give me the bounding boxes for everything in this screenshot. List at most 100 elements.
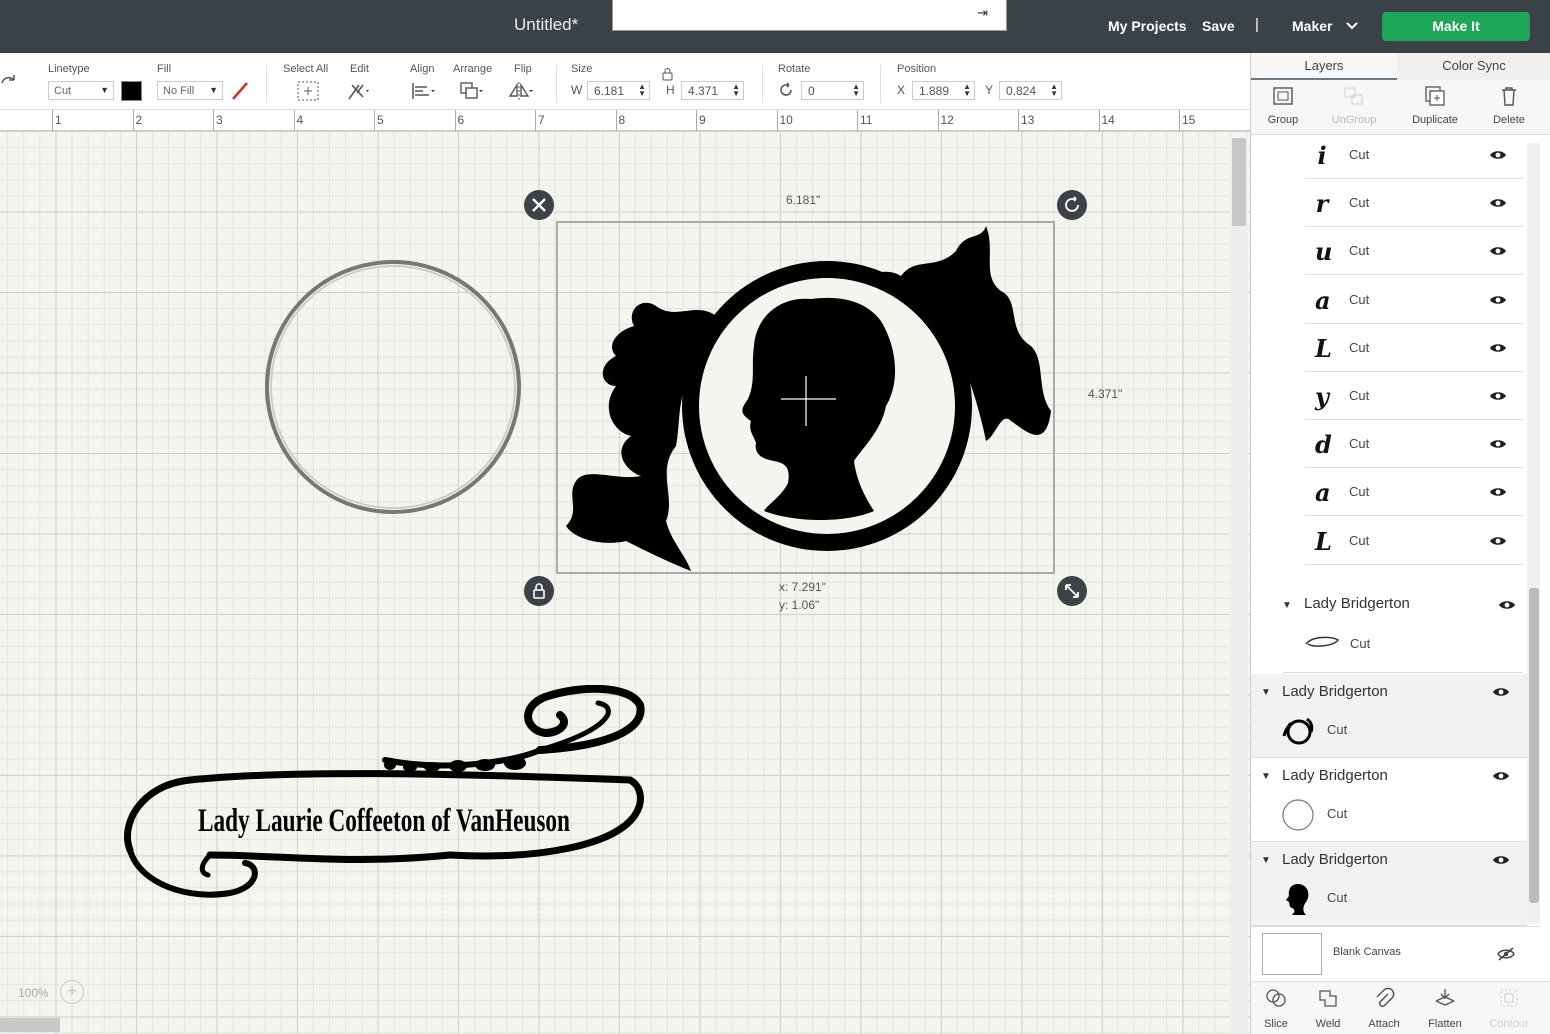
flip-icon[interactable] [507,79,533,103]
arrange-icon[interactable] [458,79,484,103]
rotate-input[interactable]: 0 ▲ ▼ [801,81,864,100]
delete-button[interactable]: Delete [1474,84,1544,126]
lock-handle[interactable] [524,576,554,606]
eye-icon[interactable] [1492,854,1510,866]
stepper-icon[interactable]: ▲ ▼ [852,83,860,98]
align-icon[interactable] [410,79,436,103]
stepper-icon[interactable]: ▲ ▼ [1050,83,1058,98]
redo-icon[interactable] [0,71,18,89]
stepper-icon[interactable]: ▲ ▼ [732,83,740,98]
letter-layer-row[interactable]: i Cut [1305,136,1523,179]
machine-selector[interactable]: Maker [1292,18,1332,34]
save-button[interactable]: Save [1202,18,1235,34]
letter-thumbnail: y [1315,382,1329,411]
layer-actions: Group UnGroup Duplicate Delete [1251,80,1550,135]
banner-design[interactable]: Lady Laurie Coffeeton of VanHeuson [120,685,655,907]
letter-layer-row[interactable]: u Cut [1305,227,1523,276]
caret-down-icon[interactable]: ▼ [1261,771,1271,782]
tab-color-sync[interactable]: Color Sync [1397,53,1550,80]
no-fill-icon[interactable] [230,81,250,101]
ruler-tick [615,110,617,131]
caret-down-icon[interactable]: ▼ [1261,855,1271,866]
select-all-icon[interactable] [295,79,321,103]
ruler-tick [1179,110,1180,131]
eye-icon[interactable] [1498,599,1516,611]
layer-op: Cut [1349,484,1370,500]
weld-button[interactable]: Weld [1300,986,1356,1030]
ungroup-label: UnGroup [1331,114,1377,126]
letter-layer-row[interactable]: L Cut [1305,517,1523,565]
zoom-in-button[interactable]: + [60,980,84,1004]
layer-operations: Slice Weld Attach Flatten Contour [1251,981,1550,1034]
my-projects-link[interactable]: My Projects [1108,18,1187,34]
layers-scrollbar[interactable] [1527,143,1540,923]
eye-icon[interactable] [1489,486,1507,498]
ruler-label: 8 [618,113,626,127]
caret-down-icon[interactable]: ▼ [1282,600,1292,611]
letter-layer-row[interactable]: y Cut [1305,372,1523,420]
scroll-thumb[interactable] [1232,138,1246,226]
eye-icon[interactable] [1489,197,1507,209]
dropdown-arrow-icon: ▼ [100,85,109,95]
layer-group-silhouette[interactable]: ▼ Lady Bridgerton Cut [1251,842,1527,926]
duplicate-button[interactable]: Duplicate [1400,84,1470,126]
stepper-icon[interactable]: ▲ ▼ [638,83,646,98]
height-input[interactable]: 4.371 ▲ ▼ [681,81,744,100]
eye-icon[interactable] [1489,438,1507,450]
rotate-handle[interactable] [1057,190,1087,220]
layer-group-cameo[interactable]: ▼ Lady Bridgerton Cut [1251,674,1527,758]
divider [880,65,881,103]
eye-icon[interactable] [1489,294,1507,306]
linetype-select[interactable]: Cut ▼ [48,81,114,100]
chevron-down-icon[interactable] [1345,20,1359,32]
eye-hidden-icon[interactable] [1497,947,1515,961]
scroll-thumb[interactable] [1529,588,1539,903]
horizontal-ruler: 1 2 3 4 5 6 7 8 9 10 11 12 13 14 15 [0,110,1250,131]
contour-button[interactable]: Contour [1481,986,1537,1030]
eye-icon[interactable] [1489,149,1507,161]
letter-layer-row[interactable]: a Cut [1305,468,1523,517]
group-button[interactable]: Group [1248,84,1318,126]
edit-tools-icon[interactable] [345,79,371,103]
eye-icon[interactable] [1489,535,1507,547]
fill-select[interactable]: No Fill ▼ [157,81,223,100]
pin-icon[interactable]: ⇥ [977,5,988,21]
circle-shape[interactable] [262,258,524,516]
eye-icon[interactable] [1489,390,1507,402]
delete-handle[interactable] [524,190,554,220]
project-title: Untitled* [514,15,579,34]
stepper-icon[interactable]: ▲ ▼ [963,83,971,98]
cameo-frame-design[interactable] [556,221,1055,574]
letter-layer-row[interactable]: r Cut [1305,179,1523,228]
flatten-button[interactable]: Flatten [1417,986,1473,1030]
tab-layers[interactable]: Layers [1251,53,1397,80]
layer-group-circle[interactable]: ▼ Lady Bridgerton Cut [1251,758,1527,842]
eye-icon[interactable] [1489,342,1507,354]
lock-ratio-icon[interactable] [661,67,674,81]
linetype-color-swatch[interactable] [121,81,142,101]
make-it-button[interactable]: Make It [1382,12,1530,41]
canvas-horizontal-scrollbar[interactable] [0,1018,60,1032]
y-position-input[interactable]: 0.824 ▲ ▼ [999,81,1062,100]
x-position-input[interactable]: 1.889 ▲ ▼ [912,81,975,100]
fill-label: Fill [157,63,172,75]
ungroup-button[interactable]: UnGroup [1319,84,1389,126]
rotate-label: Rotate [778,63,811,75]
letter-layer-row[interactable]: d Cut [1305,420,1523,469]
attach-button[interactable]: Attach [1356,986,1412,1030]
eye-icon[interactable] [1492,770,1510,782]
resize-handle[interactable] [1057,576,1087,606]
width-input[interactable]: 6.181 ▲ ▼ [587,81,650,100]
caret-down-icon[interactable]: ▼ [1261,687,1271,698]
letter-layer-row[interactable]: a Cut [1305,276,1523,324]
blank-canvas-row[interactable]: Blank Canvas [1251,926,1541,981]
eye-icon[interactable] [1492,686,1510,698]
sub-group[interactable]: ▼ Lady Bridgerton Cut [1282,587,1523,673]
ruler-label: 9 [699,113,706,127]
canvas-vertical-scrollbar[interactable] [1230,138,1248,1034]
blank-canvas-swatch[interactable] [1262,933,1322,975]
sub-group-name: Lady Bridgerton [1304,595,1410,612]
eye-icon[interactable] [1489,245,1507,257]
slice-button[interactable]: Slice [1248,986,1304,1030]
letter-layer-row[interactable]: L Cut [1305,324,1523,372]
